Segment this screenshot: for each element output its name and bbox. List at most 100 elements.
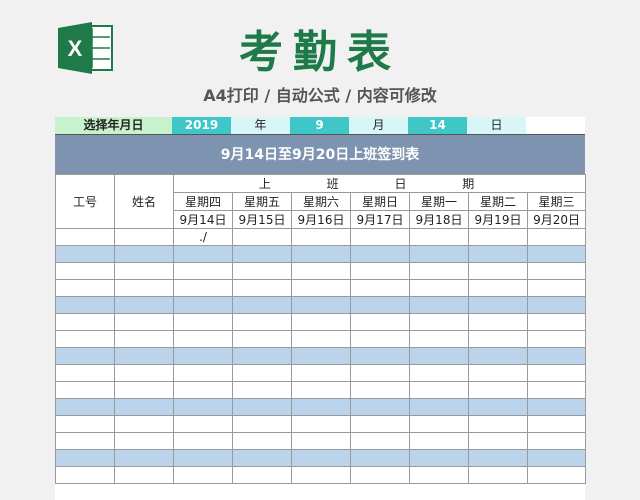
table-cell[interactable]	[173, 279, 233, 297]
table-cell[interactable]	[173, 262, 233, 280]
table-cell[interactable]	[468, 398, 528, 416]
table-cell[interactable]	[55, 415, 115, 433]
table-cell[interactable]	[526, 279, 587, 297]
table-cell[interactable]	[409, 245, 469, 263]
table-cell[interactable]	[114, 245, 174, 263]
table-cell[interactable]	[468, 313, 528, 331]
table-cell[interactable]	[409, 330, 469, 348]
table-cell[interactable]	[291, 330, 351, 348]
table-cell[interactable]	[291, 449, 351, 467]
table-cell[interactable]	[173, 381, 233, 399]
table-cell[interactable]	[468, 245, 528, 263]
table-cell[interactable]	[173, 466, 233, 484]
table-cell[interactable]	[232, 313, 292, 331]
table-cell[interactable]	[173, 364, 233, 382]
table-cell[interactable]	[350, 279, 410, 297]
table-cell[interactable]	[114, 466, 174, 484]
table-cell[interactable]	[350, 313, 410, 331]
table-cell[interactable]	[291, 347, 351, 365]
table-cell[interactable]	[55, 432, 115, 450]
table-cell[interactable]	[350, 381, 410, 399]
table-cell[interactable]	[526, 364, 587, 382]
table-cell[interactable]	[468, 364, 528, 382]
table-cell[interactable]	[55, 449, 115, 467]
table-cell[interactable]	[173, 245, 233, 263]
table-cell[interactable]	[55, 466, 115, 484]
table-cell[interactable]	[114, 347, 174, 365]
table-cell[interactable]	[526, 415, 587, 433]
table-cell[interactable]	[114, 364, 174, 382]
table-cell[interactable]	[232, 228, 292, 246]
table-cell[interactable]	[114, 432, 174, 450]
table-cell[interactable]	[291, 466, 351, 484]
table-cell[interactable]	[291, 432, 351, 450]
table-cell[interactable]	[409, 296, 469, 314]
table-cell[interactable]	[409, 347, 469, 365]
table-cell[interactable]	[232, 347, 292, 365]
table-cell[interactable]	[173, 449, 233, 467]
month-cell[interactable]: 9	[290, 117, 349, 134]
table-cell[interactable]	[468, 262, 528, 280]
table-cell[interactable]	[55, 245, 115, 263]
table-cell[interactable]	[468, 432, 528, 450]
table-cell[interactable]	[232, 296, 292, 314]
table-cell[interactable]	[526, 262, 587, 280]
table-cell[interactable]	[468, 296, 528, 314]
table-cell[interactable]	[232, 364, 292, 382]
table-cell[interactable]	[468, 449, 528, 467]
table-cell[interactable]	[173, 296, 233, 314]
table-cell[interactable]	[468, 347, 528, 365]
table-cell[interactable]	[232, 415, 292, 433]
table-cell[interactable]	[409, 432, 469, 450]
table-cell[interactable]	[409, 228, 469, 246]
table-cell[interactable]	[114, 262, 174, 280]
table-cell[interactable]	[55, 381, 115, 399]
table-cell[interactable]	[55, 313, 115, 331]
blank-cell[interactable]	[526, 117, 585, 134]
table-cell[interactable]	[526, 449, 587, 467]
table-cell[interactable]	[114, 398, 174, 416]
table-cell[interactable]	[291, 415, 351, 433]
table-cell[interactable]	[55, 364, 115, 382]
table-cell[interactable]	[173, 415, 233, 433]
table-cell[interactable]	[173, 398, 233, 416]
table-cell[interactable]	[409, 364, 469, 382]
table-cell[interactable]	[232, 466, 292, 484]
table-cell[interactable]	[526, 432, 587, 450]
table-cell[interactable]	[409, 449, 469, 467]
table-cell[interactable]	[350, 245, 410, 263]
table-cell[interactable]	[468, 279, 528, 297]
table-cell[interactable]	[350, 398, 410, 416]
table-cell[interactable]	[173, 432, 233, 450]
table-cell[interactable]	[526, 228, 587, 246]
table-cell[interactable]	[291, 313, 351, 331]
table-cell[interactable]	[232, 279, 292, 297]
table-cell[interactable]	[291, 228, 351, 246]
table-cell[interactable]	[55, 262, 115, 280]
table-cell[interactable]	[291, 398, 351, 416]
table-cell[interactable]	[291, 296, 351, 314]
year-cell[interactable]: 2019	[172, 117, 231, 134]
table-cell[interactable]	[526, 313, 587, 331]
table-cell[interactable]	[291, 262, 351, 280]
table-cell[interactable]	[350, 262, 410, 280]
table-cell[interactable]	[114, 313, 174, 331]
table-cell[interactable]	[468, 228, 528, 246]
table-cell[interactable]	[409, 313, 469, 331]
table-cell[interactable]	[173, 313, 233, 331]
table-cell[interactable]	[468, 466, 528, 484]
table-cell[interactable]	[114, 415, 174, 433]
table-cell[interactable]	[409, 466, 469, 484]
table-cell[interactable]	[350, 364, 410, 382]
table-cell[interactable]	[114, 330, 174, 348]
table-cell[interactable]	[55, 296, 115, 314]
table-cell[interactable]	[232, 432, 292, 450]
table-cell[interactable]	[55, 330, 115, 348]
table-cell[interactable]	[350, 466, 410, 484]
table-cell[interactable]	[114, 279, 174, 297]
table-cell[interactable]	[350, 228, 410, 246]
table-cell[interactable]	[350, 415, 410, 433]
table-cell[interactable]	[114, 381, 174, 399]
table-cell[interactable]	[291, 381, 351, 399]
table-cell[interactable]	[55, 228, 115, 246]
